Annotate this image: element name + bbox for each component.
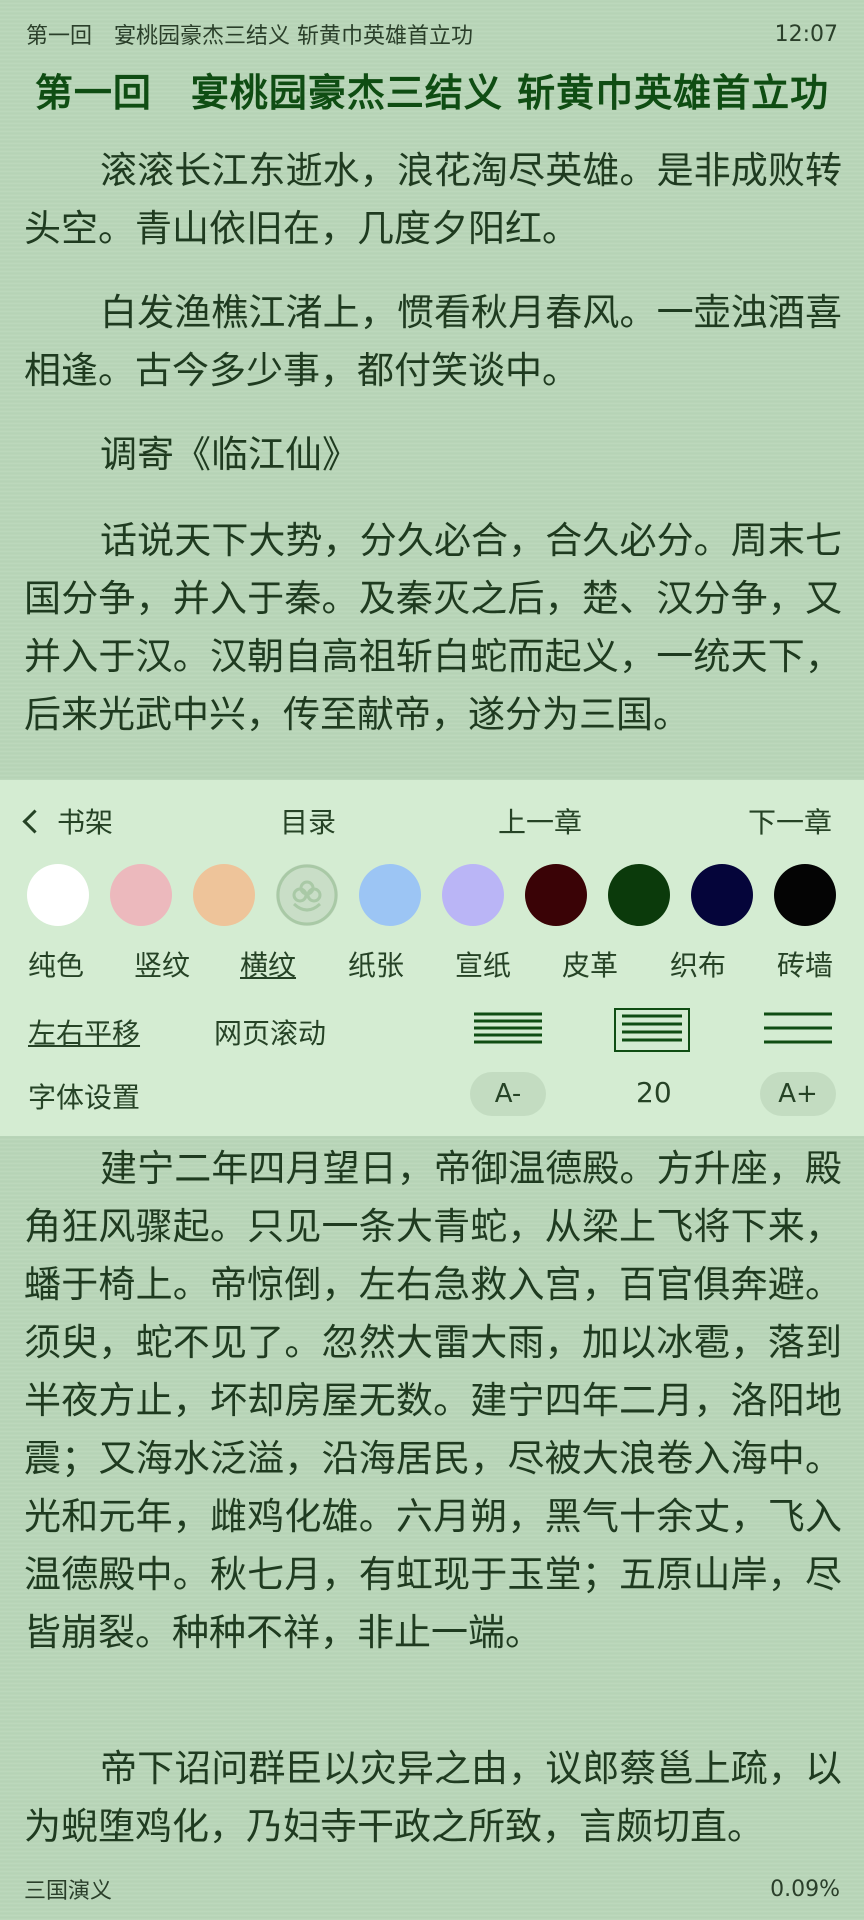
font-increase-button[interactable]: A+: [760, 1072, 836, 1116]
font-size-value: 20: [636, 1076, 672, 1109]
paragraph: 建宁二年四月望日，帝御温德殿。方升座，殿角狂风骤起。只见一条大青蛇，从梁上飞将下…: [24, 1147, 842, 1654]
paragraph: 话说天下大势，分久必合，合久必分。周末七国分争，并入于秦。及秦灭之后，楚、汉分争…: [24, 519, 842, 736]
line-spacing-compact-button[interactable]: [472, 1008, 544, 1048]
back-label: 书架: [57, 806, 114, 839]
swatch-peach[interactable]: [193, 864, 255, 926]
line-spacing-loose-button[interactable]: [762, 1008, 834, 1048]
bg-option-vertical[interactable]: 竖纹: [134, 944, 190, 984]
swatch-white[interactable]: [27, 864, 89, 926]
prev-chapter-button[interactable]: 上一章: [498, 798, 582, 848]
swatch-light-blue[interactable]: [359, 864, 421, 926]
line-spacing-loose-icon: [764, 1012, 832, 1044]
swatch-dark-green[interactable]: [608, 864, 670, 926]
toc-button[interactable]: 目录: [280, 798, 336, 848]
bg-option-leather[interactable]: 皮革: [562, 944, 618, 984]
swatch-texture[interactable]: [276, 864, 338, 926]
status-bar: 第一回 宴桃园豪杰三结义 斩黄巾英雄首立功 12:07: [26, 14, 838, 54]
bg-option-solid[interactable]: 纯色: [28, 944, 84, 984]
bg-option-cloth[interactable]: 织布: [670, 944, 726, 984]
bg-option-rice-paper[interactable]: 宣纸: [455, 944, 511, 984]
page-mode-slide[interactable]: 左右平移: [28, 1012, 140, 1052]
line-spacing-normal-button[interactable]: [614, 1008, 690, 1052]
font-settings-row: 字体设置 A- 20 A+: [0, 1070, 864, 1120]
next-chapter-button[interactable]: 下一章: [748, 798, 832, 848]
status-time: 12:07: [774, 21, 838, 47]
chevron-left-icon: [22, 809, 47, 834]
line-spacing-normal-icon: [622, 1014, 682, 1042]
bg-option-brick[interactable]: 砖墙: [777, 944, 833, 984]
status-chapter: 第一回 宴桃园豪杰三结义 斩黄巾英雄首立功: [26, 24, 473, 49]
swatch-navy[interactable]: [691, 864, 753, 926]
font-decrease-button[interactable]: A-: [470, 1072, 546, 1116]
footer-bar: 三国演义 0.09%: [24, 1872, 840, 1906]
paragraph: 帝下诏问群臣以灾异之由，议郎蔡邕上疏，以为蜺堕鸡化，乃妇寺干政之所致，言颇切直。: [24, 1747, 842, 1848]
swatch-pink[interactable]: [110, 864, 172, 926]
book-title: 三国演义: [24, 1879, 113, 1904]
back-to-bookshelf-button[interactable]: 书架: [22, 798, 114, 848]
swatch-black[interactable]: [774, 864, 836, 926]
page-mode-scroll[interactable]: 网页滚动: [214, 1012, 326, 1052]
chapter-title: 第一回 宴桃园豪杰三结义 斩黄巾英雄首立功: [34, 71, 830, 115]
background-color-swatches: [0, 864, 864, 928]
bg-option-horizontal[interactable]: 横纹: [240, 944, 296, 984]
paragraph: 滚滚长江东逝水，浪花淘尽英雄。是非成败转头空。青山依旧在，几度夕阳红。: [24, 149, 842, 250]
paragraph: 调寄《临江仙》: [100, 433, 359, 476]
reading-progress: 0.09%: [770, 1876, 840, 1902]
flower-icon: [276, 864, 338, 926]
line-spacing-compact-icon: [474, 1012, 542, 1044]
background-texture-options: 纯色 竖纹 横纹 纸张 宣纸 皮革 织布 砖墙: [0, 944, 864, 984]
paragraph: 白发渔樵江渚上，惯看秋月春风。一壶浊酒喜相逢。古今多少事，都付笑谈中。: [24, 291, 842, 392]
reader-settings-panel: 书架 目录 上一章 下一章 纯色 竖纹 横纹 纸张 宣纸 皮革 织布 砖墙 左右…: [0, 780, 864, 1136]
font-settings-button[interactable]: 字体设置: [28, 1076, 140, 1116]
panel-nav: 书架 目录 上一章 下一章: [0, 798, 864, 848]
page-mode-row: 左右平移 网页滚动: [0, 1004, 864, 1058]
bg-option-paper[interactable]: 纸张: [348, 944, 404, 984]
swatch-dark-red[interactable]: [525, 864, 587, 926]
swatch-lavender[interactable]: [442, 864, 504, 926]
